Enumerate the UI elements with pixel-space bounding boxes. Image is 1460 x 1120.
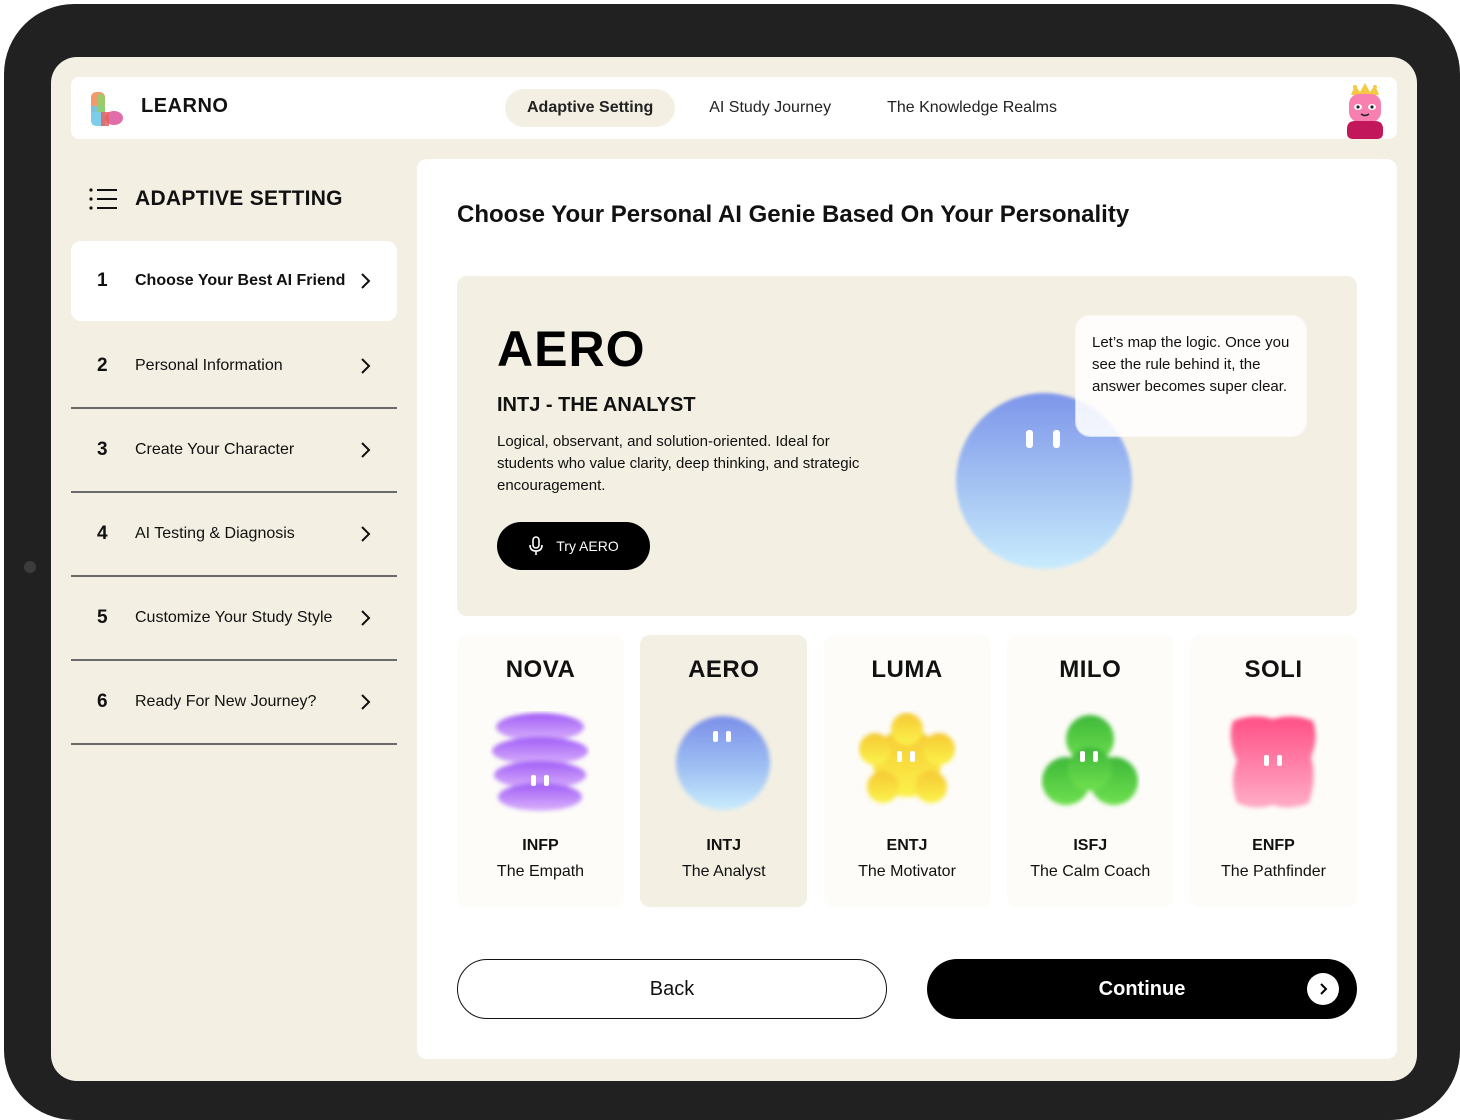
milo-genie-icon (1041, 715, 1138, 805)
aero-genie-eyes (1026, 430, 1062, 448)
step-label: Create Your Character (135, 441, 295, 458)
app-screen: LEARNO Adaptive Setting AI Study Journey… (51, 57, 1417, 1081)
genie-card-type: ENTJ (886, 837, 928, 854)
chevron-right-icon (361, 526, 371, 542)
genie-card-role: The Calm Coach (1030, 863, 1151, 880)
step-label: AI Testing & Diagnosis (135, 525, 295, 542)
genie-card-name: MILO (1059, 656, 1122, 683)
step-label: Choose Your Best AI Friend (135, 272, 346, 289)
page-title: Choose Your Personal AI Genie Based On Y… (457, 201, 1130, 228)
chevron-right-icon (361, 273, 371, 289)
brand-name: LEARNO (141, 95, 229, 117)
learno-logo-icon (91, 92, 123, 126)
chevron-right-icon (361, 442, 371, 458)
selected-genie-name: AERO (497, 321, 646, 377)
back-button[interactable]: Back (457, 959, 887, 1019)
step-number: 1 (97, 270, 108, 291)
tablet-frame: LEARNO Adaptive Setting AI Study Journey… (4, 4, 1460, 1120)
genie-options: NOVA INFP The Empath AERO INTJ The Analy… (457, 635, 1357, 907)
genie-card-role: The Analyst (681, 863, 766, 880)
genie-card-luma[interactable]: LUMA ENTJ The Motivator (823, 635, 991, 907)
aero-genie-icon (676, 716, 771, 810)
list-menu-icon[interactable] (89, 188, 117, 210)
selected-genie-card: AERO INTJ - THE ANALYST Logical, observa… (457, 276, 1357, 616)
genie-card-role: The Empath (496, 863, 585, 880)
chevron-right-icon (361, 358, 371, 374)
step-label: Ready For New Journey? (135, 693, 317, 710)
step-ready-new-journey[interactable]: 6 Ready For New Journey? (71, 661, 397, 745)
try-genie-button[interactable]: Try AERO (497, 522, 650, 570)
main-panel: Choose Your Personal AI Genie Based On Y… (417, 159, 1397, 1059)
step-number: 4 (97, 523, 108, 544)
nav-adaptive-setting[interactable]: Adaptive Setting (505, 89, 676, 127)
selected-genie-type: INTJ - THE ANALYST (497, 394, 696, 416)
sidebar-title-text: ADAPTIVE SETTING (135, 187, 343, 210)
chevron-right-icon (361, 694, 371, 710)
continue-arrow (1307, 973, 1339, 1005)
top-header: LEARNO Adaptive Setting AI Study Journey… (71, 77, 1397, 139)
genie-card-name: AERO (688, 656, 760, 683)
genie-card-name: LUMA (871, 656, 943, 683)
continue-button-label: Continue (1098, 977, 1186, 1000)
genie-card-role: The Motivator (858, 863, 956, 880)
nav-knowledge-realms[interactable]: The Knowledge Realms (865, 89, 1079, 127)
step-create-character[interactable]: 3 Create Your Character (71, 409, 397, 493)
nova-genie-icon (492, 713, 588, 811)
step-number: 2 (97, 355, 108, 376)
step-customize-study-style[interactable]: 5 Customize Your Study Style (71, 577, 397, 661)
tablet-side-button (4, 74, 10, 134)
tablet-top-button (174, 4, 222, 10)
genie-card-type: ISFJ (1073, 837, 1108, 854)
step-number: 3 (97, 439, 108, 460)
chevron-right-icon (1320, 983, 1328, 995)
step-ai-testing[interactable]: 4 AI Testing & Diagnosis (71, 493, 397, 577)
step-label: Customize Your Study Style (135, 609, 333, 626)
tablet-camera (24, 561, 36, 573)
step-label: Personal Information (135, 357, 283, 374)
microphone-icon (529, 536, 544, 555)
selected-genie-description: Logical, observant, and solution-oriente… (497, 433, 860, 494)
genie-speech-bubble: Let’s map the logic. Once you see the ru… (1076, 316, 1306, 436)
genie-card-name: NOVA (505, 656, 576, 683)
chevron-right-icon (361, 610, 371, 626)
sidebar-title: ADAPTIVE SETTING (89, 187, 343, 211)
genie-card-type: INTJ (706, 837, 742, 854)
user-avatar[interactable] (1345, 83, 1385, 139)
back-button-label: Back (649, 977, 695, 1000)
genie-card-name: SOLI (1244, 656, 1303, 683)
steps-list: 1 Choose Your Best AI Friend 2 Personal … (71, 241, 397, 745)
tablet-top-button (110, 4, 172, 10)
genie-card-nova[interactable]: NOVA INFP The Empath (457, 635, 624, 907)
main-nav: Adaptive Setting AI Study Journey The Kn… (505, 89, 1091, 127)
step-number: 5 (97, 607, 108, 628)
genie-card-soli[interactable]: SOLI ENFP The Pathfinder (1190, 635, 1357, 907)
soli-genie-icon (1230, 716, 1316, 808)
genie-card-type: ENFP (1252, 837, 1295, 854)
step-personal-information[interactable]: 2 Personal Information (71, 325, 397, 409)
continue-button[interactable]: Continue (927, 959, 1357, 1019)
genie-card-milo[interactable]: MILO ISFJ The Calm Coach (1006, 635, 1174, 907)
try-genie-label: Try AERO (556, 538, 619, 554)
luma-genie-icon (858, 713, 955, 803)
genie-card-type: INFP (522, 837, 559, 854)
step-choose-ai-friend[interactable]: 1 Choose Your Best AI Friend (71, 241, 397, 321)
genie-card-aero[interactable]: AERO INTJ The Analyst (640, 635, 808, 907)
step-number: 6 (97, 691, 108, 712)
nav-ai-study-journey[interactable]: AI Study Journey (687, 89, 853, 127)
genie-card-role: The Pathfinder (1221, 863, 1326, 880)
